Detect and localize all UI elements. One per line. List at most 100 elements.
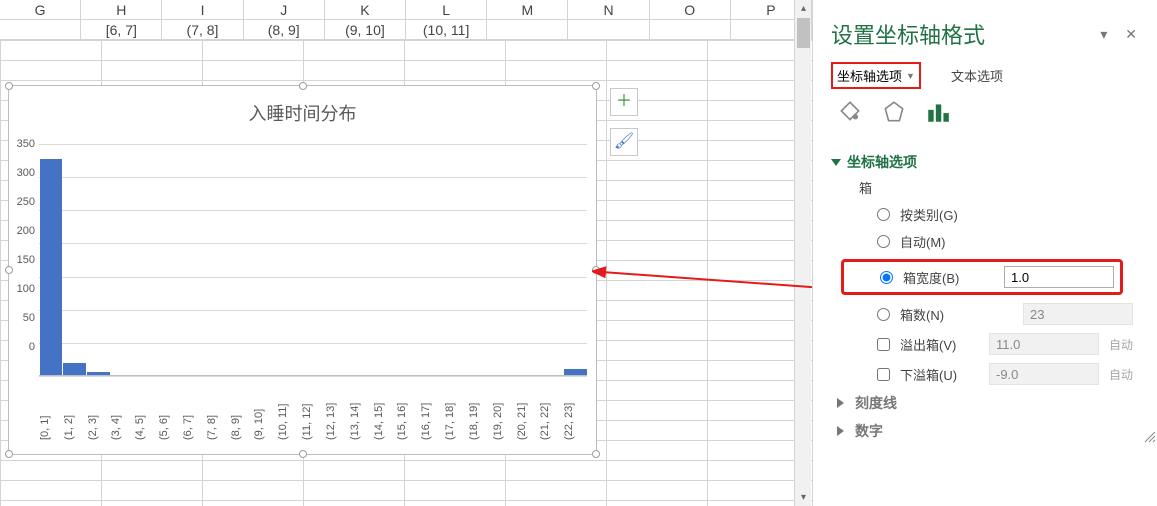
cell[interactable]: [6, 7] — [81, 20, 162, 39]
resize-icon[interactable] — [1143, 430, 1157, 444]
x-tick-label: (7, 8] — [206, 380, 230, 440]
col-header[interactable]: M — [487, 0, 568, 19]
cell[interactable]: (8, 9] — [244, 20, 325, 39]
x-tick-label: (12, 13] — [325, 380, 349, 440]
cell[interactable] — [650, 20, 731, 39]
col-header[interactable]: K — [325, 0, 406, 19]
radio-bin-width[interactable]: 箱宽度(B) — [841, 259, 1123, 295]
x-tick-label: (16, 17] — [420, 380, 444, 440]
cell[interactable]: (10, 11] — [406, 20, 487, 39]
x-tick-label: (18, 19] — [468, 380, 492, 440]
x-tick-label: (5, 6] — [158, 380, 182, 440]
resize-handle[interactable] — [5, 450, 13, 458]
y-axis-labels: 350300250200150100500 — [9, 139, 35, 379]
x-tick-label: (22, 23] — [563, 380, 587, 440]
radio-input[interactable] — [877, 235, 890, 248]
radio-label: 自动(M) — [900, 232, 1133, 251]
chart-brush-button[interactable]: 🖌 — [610, 128, 638, 156]
format-axis-pane: 设置坐标轴格式 ▾ ✕ 坐标轴选项 ▼ 文本选项 坐标轴选项 箱 按 — [812, 0, 1157, 506]
checkbox-label: 下溢箱(U) — [900, 365, 989, 384]
x-tick-label: (3, 4] — [110, 380, 134, 440]
tab-text-options[interactable]: 文本选项 — [949, 63, 1005, 88]
fill-icon[interactable] — [837, 99, 863, 128]
axis-chart-icon[interactable] — [925, 99, 951, 128]
chevron-down-icon: ▼ — [906, 71, 915, 81]
x-axis-line — [39, 375, 587, 376]
scroll-up-icon[interactable]: ▴ — [795, 0, 812, 17]
resize-handle[interactable] — [592, 82, 600, 90]
col-header[interactable]: G — [0, 0, 81, 19]
pane-close-icon[interactable]: ✕ — [1125, 26, 1137, 42]
auto-label: 自动 — [1109, 366, 1133, 383]
section-tick-label: 刻度线 — [855, 393, 897, 413]
section-number[interactable]: 数字 — [837, 421, 1133, 441]
chart-float-buttons: ＋ 🖌 — [610, 88, 638, 168]
x-tick-label: [0, 1] — [39, 380, 63, 440]
resize-handle[interactable] — [5, 266, 13, 274]
scroll-down-icon[interactable]: ▾ — [795, 489, 812, 506]
cell[interactable] — [0, 20, 81, 39]
x-tick-label: (15, 16] — [396, 380, 420, 440]
col-header[interactable]: H — [81, 0, 162, 19]
scroll-thumb[interactable] — [797, 18, 810, 48]
x-tick-label: (20, 21] — [516, 380, 540, 440]
col-header[interactable]: O — [650, 0, 731, 19]
x-tick-label: (14, 15] — [373, 380, 397, 440]
section-axis-options-label: 坐标轴选项 — [847, 152, 917, 172]
sheet-row: [6, 7] (7, 8] (8, 9] (9, 10] (10, 11] — [0, 20, 812, 40]
col-header[interactable]: L — [406, 0, 487, 19]
chart-plot-area[interactable]: 350300250200150100500 — [39, 144, 587, 376]
pane-title: 设置坐标轴格式 — [831, 18, 985, 50]
resize-handle[interactable] — [592, 450, 600, 458]
chart-object[interactable]: 入睡时间分布 350300250200150100500 [0, 1](1, 2… — [8, 85, 597, 455]
resize-handle[interactable] — [299, 450, 307, 458]
column-headers: G H I J K L M N O P — [0, 0, 812, 20]
radio-input[interactable] — [877, 308, 890, 321]
check-underflow[interactable]: 下溢箱(U) 自动 — [877, 363, 1133, 385]
chart-add-button[interactable]: ＋ — [610, 88, 638, 116]
checkbox-input[interactable] — [877, 338, 890, 351]
chart-title[interactable]: 入睡时间分布 — [9, 86, 596, 126]
radio-input[interactable] — [880, 271, 893, 284]
radio-bin-count[interactable]: 箱数(N) — [877, 303, 1133, 325]
triangle-down-icon — [831, 159, 841, 166]
resize-handle[interactable] — [5, 82, 13, 90]
box-label: 箱 — [859, 178, 1133, 197]
col-header[interactable]: I — [162, 0, 243, 19]
cell[interactable] — [568, 20, 649, 39]
cell[interactable]: (7, 8] — [162, 20, 243, 39]
section-tick[interactable]: 刻度线 — [837, 393, 1133, 413]
resize-handle[interactable] — [592, 266, 600, 274]
underflow-input — [989, 363, 1099, 385]
x-tick-label: (19, 20] — [492, 380, 516, 440]
col-header[interactable]: N — [568, 0, 649, 19]
x-tick-label: (9, 10] — [253, 380, 277, 440]
chart-bar[interactable] — [40, 159, 63, 376]
col-header[interactable]: J — [244, 0, 325, 19]
effects-icon[interactable] — [881, 99, 907, 128]
tab-axis-options[interactable]: 坐标轴选项 ▼ — [831, 62, 921, 89]
x-tick-label: (21, 22] — [539, 380, 563, 440]
triangle-right-icon — [837, 398, 849, 408]
vertical-scrollbar[interactable]: ▴ ▾ — [794, 0, 811, 506]
checkbox-label: 溢出箱(V) — [900, 335, 989, 354]
radio-auto[interactable]: 自动(M) — [877, 232, 1133, 251]
chart-bar[interactable] — [63, 363, 86, 376]
tab-axis-options-label: 坐标轴选项 — [837, 66, 902, 85]
check-overflow[interactable]: 溢出箱(V) 自动 — [877, 333, 1133, 355]
overflow-input — [989, 333, 1099, 355]
bin-width-input[interactable] — [1004, 266, 1114, 288]
section-number-label: 数字 — [855, 421, 883, 441]
auto-label: 自动 — [1109, 336, 1133, 353]
pane-dropdown-icon[interactable]: ▾ — [1100, 26, 1107, 42]
section-axis-options[interactable]: 坐标轴选项 — [831, 152, 1133, 172]
cell[interactable]: (9, 10] — [325, 20, 406, 39]
radio-input[interactable] — [877, 208, 890, 221]
x-tick-label: (2, 3] — [87, 380, 111, 440]
resize-handle[interactable] — [299, 82, 307, 90]
x-tick-label: (11, 12] — [301, 380, 325, 440]
cell[interactable] — [487, 20, 568, 39]
radio-label: 箱数(N) — [900, 305, 1023, 324]
radio-by-category[interactable]: 按类别(G) — [877, 205, 1133, 224]
checkbox-input[interactable] — [877, 368, 890, 381]
